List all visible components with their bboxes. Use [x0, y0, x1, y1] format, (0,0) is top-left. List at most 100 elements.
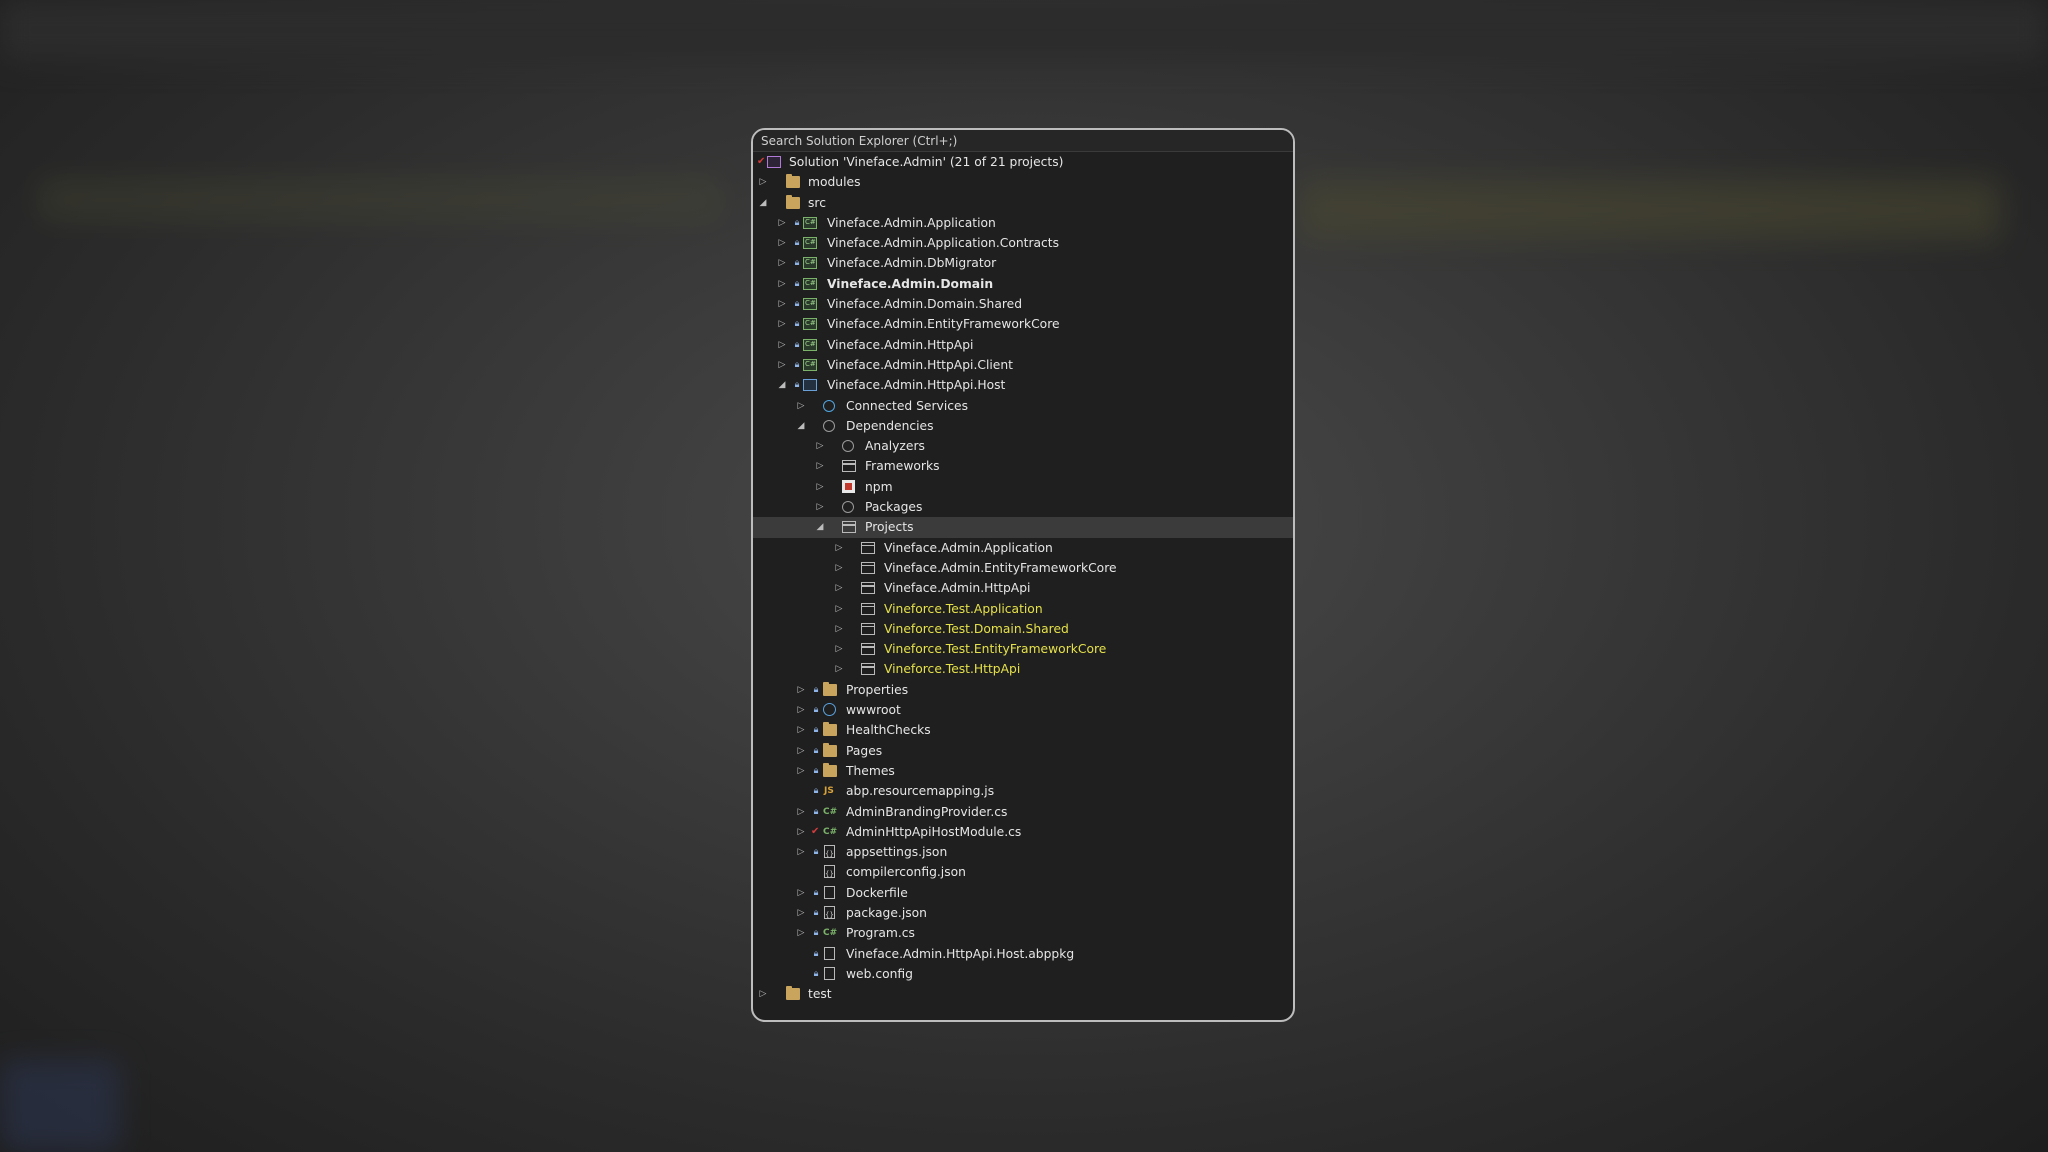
tree-item-folder[interactable]: ▷ 🔒︎ HealthChecks [753, 720, 1293, 740]
tree-item-label: AdminBrandingProvider.cs [846, 804, 1008, 819]
tree-item-project[interactable]: ▷ 🔒︎ Vineface.Admin.Application [753, 213, 1293, 233]
collapse-arrow-icon[interactable]: ◢ [758, 198, 768, 208]
tree-item-label: web.config [846, 966, 913, 981]
tree-item-project-reference[interactable]: ▷ Vineface.Admin.Application [753, 538, 1293, 558]
tree-item-npm[interactable]: ▷ npm [753, 477, 1293, 497]
tree-item-folder[interactable]: ▷ 🔒︎ Pages [753, 741, 1293, 761]
tree-item-label: npm [865, 479, 893, 494]
expand-arrow-icon[interactable]: ▷ [834, 583, 844, 593]
expand-arrow-icon[interactable]: ▷ [815, 461, 825, 471]
file-icon [824, 946, 835, 960]
tree-item-label: AdminHttpApiHostModule.cs [846, 824, 1022, 839]
expand-arrow-icon[interactable]: ▷ [815, 482, 825, 492]
tree-item-project-reference[interactable]: ▷ Vineforce.Test.EntityFrameworkCore [753, 639, 1293, 659]
expand-arrow-icon[interactable]: ▷ [796, 827, 806, 837]
collapse-arrow-icon[interactable]: ◢ [796, 421, 806, 431]
tree-item-folder[interactable]: ▷ test [753, 984, 1293, 1004]
tree-item-frameworks[interactable]: ▷ Frameworks [753, 456, 1293, 476]
tree-item-label: Vineface.Admin.HttpApi.Host [827, 378, 1006, 393]
tree-item-projects[interactable]: ◢ Projects [753, 517, 1293, 538]
expand-arrow-icon[interactable]: ▷ [834, 664, 844, 674]
tree-item-file[interactable]: 🔒︎ Vineface.Admin.HttpApi.Host.abppkg [753, 944, 1293, 964]
expand-arrow-icon[interactable]: ▷ [796, 401, 806, 411]
expand-arrow-icon[interactable]: ▷ [777, 340, 787, 350]
expand-arrow-icon[interactable]: ▷ [834, 543, 844, 553]
expand-arrow-icon[interactable]: ▷ [777, 238, 787, 248]
tree-item-label: Vineface.Admin.HttpApi.Client [827, 357, 1013, 372]
tree-item-label: compilerconfig.json [846, 865, 966, 880]
expand-arrow-icon[interactable]: ▷ [796, 766, 806, 776]
expand-arrow-icon[interactable]: ▷ [796, 705, 806, 715]
tree-item-project[interactable]: ◢ 🔒︎ Vineface.Admin.HttpApi.Host [753, 375, 1293, 395]
tree-item-analyzers[interactable]: ▷ Analyzers [753, 436, 1293, 456]
tree-item-file[interactable]: ▷ 🔒︎ C# Program.cs [753, 923, 1293, 943]
tree-item-packages[interactable]: ▷ Packages [753, 497, 1293, 517]
folder-icon [786, 174, 800, 189]
properties-folder-icon [823, 681, 837, 696]
tree-item-dependencies[interactable]: ◢ Dependencies [753, 416, 1293, 436]
expand-arrow-icon[interactable]: ▷ [796, 847, 806, 857]
project-reference-icon [861, 561, 875, 574]
expand-arrow-icon[interactable]: ▷ [758, 177, 768, 187]
collapse-arrow-icon[interactable]: ◢ [815, 522, 825, 532]
expand-arrow-icon[interactable]: ▷ [758, 989, 768, 999]
tree-item-project-reference[interactable]: ▷ Vineforce.Test.Application [753, 599, 1293, 619]
tree-item-project[interactable]: ▷ 🔒︎ Vineface.Admin.Domain [753, 274, 1293, 294]
expand-arrow-icon[interactable]: ▷ [777, 299, 787, 309]
lock-icon: 🔒︎ [813, 968, 819, 979]
expand-arrow-icon[interactable]: ▷ [777, 360, 787, 370]
expand-arrow-icon[interactable]: ▷ [796, 725, 806, 735]
tree-item-project[interactable]: ▷ 🔒︎ Vineface.Admin.EntityFrameworkCore [753, 314, 1293, 334]
expand-arrow-icon[interactable]: ▷ [777, 258, 787, 268]
project-reference-icon [861, 602, 875, 615]
collapse-arrow-icon[interactable]: ◢ [777, 380, 787, 390]
tree-item-file[interactable]: ▷ 🔒︎ appsettings.json [753, 842, 1293, 864]
tree-item-project[interactable]: ▷ 🔒︎ Vineface.Admin.Domain.Shared [753, 294, 1293, 314]
tree-item-folder[interactable]: ▷ 🔒︎ wwwroot [753, 700, 1293, 720]
expand-arrow-icon[interactable]: ▷ [777, 279, 787, 289]
tree-item-project-reference[interactable]: ▷ Vineface.Admin.HttpApi [753, 578, 1293, 598]
connected-services-icon [823, 399, 835, 412]
tree-item-folder[interactable]: ▷ 🔒︎ Properties [753, 680, 1293, 700]
tree-item-label: Vineface.Admin.EntityFrameworkCore [884, 560, 1117, 575]
expand-arrow-icon[interactable]: ▷ [834, 624, 844, 634]
tree-item-label: Packages [865, 500, 923, 515]
tree-item-file[interactable]: ▷ 🔒︎ C# AdminBrandingProvider.cs [753, 802, 1293, 822]
tree-item-connected-services[interactable]: ▷ Connected Services [753, 396, 1293, 416]
expand-arrow-icon[interactable]: ▷ [796, 928, 806, 938]
tree-item-file[interactable]: ▷ ✔ C# AdminHttpApiHostModule.cs [753, 822, 1293, 842]
tree-item-project[interactable]: ▷ 🔒︎ Vineface.Admin.DbMigrator [753, 253, 1293, 273]
tree-item-file[interactable]: 🔒︎ web.config [753, 964, 1293, 984]
expand-arrow-icon[interactable]: ▷ [834, 563, 844, 573]
tree-item-file[interactable]: compilerconfig.json [753, 862, 1293, 885]
expand-arrow-icon[interactable]: ▷ [815, 441, 825, 451]
tree-item-label: src [808, 195, 826, 210]
tree-item-label: Analyzers [865, 439, 925, 454]
expand-arrow-icon[interactable]: ▷ [796, 888, 806, 898]
search-input[interactable]: Search Solution Explorer (Ctrl+;) [753, 130, 1293, 152]
tree-item-file[interactable]: ▷ 🔒︎ package.json [753, 903, 1293, 925]
expand-arrow-icon[interactable]: ▷ [796, 746, 806, 756]
tree-item-project-reference[interactable]: ▷ Vineface.Admin.EntityFrameworkCore [753, 558, 1293, 578]
expand-arrow-icon[interactable]: ▷ [796, 908, 806, 918]
expand-arrow-icon[interactable]: ▷ [777, 218, 787, 228]
tree-item-file[interactable]: 🔒︎ JS abp.resourcemapping.js [753, 781, 1293, 801]
expand-arrow-icon[interactable]: ▷ [777, 319, 787, 329]
tree-item-project[interactable]: ▷ 🔒︎ Vineface.Admin.HttpApi [753, 335, 1293, 355]
tree-item-folder[interactable]: ◢ src [753, 193, 1293, 213]
tree-item-project-reference[interactable]: ▷ Vineforce.Test.HttpApi [753, 659, 1293, 679]
tree-item-solution[interactable]: ✔ Solution 'Vineface.Admin' (21 of 21 pr… [753, 152, 1293, 172]
tree-item-project-reference[interactable]: ▷ Vineforce.Test.Domain.Shared [753, 619, 1293, 639]
tree-item-project[interactable]: ▷ 🔒︎ Vineface.Admin.Application.Contract… [753, 233, 1293, 253]
expand-arrow-icon[interactable]: ▷ [834, 644, 844, 654]
tree-item-folder[interactable]: ▷ 🔒︎ Themes [753, 761, 1293, 781]
lock-icon: 🔒︎ [794, 339, 800, 350]
expand-arrow-icon[interactable]: ▷ [796, 685, 806, 695]
expand-arrow-icon[interactable]: ▷ [796, 807, 806, 817]
expand-arrow-icon[interactable]: ▷ [815, 502, 825, 512]
tree-item-project[interactable]: ▷ 🔒︎ Vineface.Admin.HttpApi.Client [753, 355, 1293, 375]
tree-item-folder[interactable]: ▷ modules [753, 172, 1293, 192]
tree-item-file[interactable]: ▷ 🔒︎ Dockerfile [753, 883, 1293, 903]
expand-arrow-icon[interactable]: ▷ [834, 604, 844, 614]
project-reference-icon [842, 521, 856, 534]
